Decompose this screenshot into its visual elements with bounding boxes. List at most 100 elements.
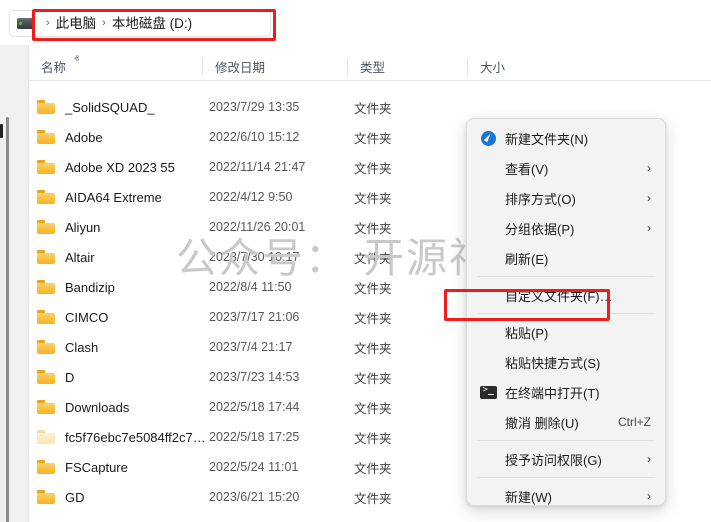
breadcrumb-item-this-pc[interactable]: 此电脑 <box>56 17 97 31</box>
menu-item-label: 分组依据(P) <box>505 221 575 237</box>
file-date-modified: 2023/7/29 13:35 <box>209 100 300 114</box>
file-name: Altair <box>65 249 95 265</box>
file-date-modified: 2023/7/4 21:17 <box>209 340 293 354</box>
file-date-modified: 2022/5/18 17:25 <box>209 430 300 444</box>
menu-item[interactable]: 在终端中打开(T) <box>471 377 661 407</box>
folder-icon <box>37 250 55 264</box>
file-name: Clash <box>65 339 99 355</box>
folder-icon <box>37 280 55 294</box>
folder-icon <box>37 220 55 234</box>
column-divider-2[interactable] <box>347 58 348 75</box>
menu-item-label: 查看(V) <box>505 161 549 177</box>
file-name: Adobe XD 2023 55 <box>65 159 175 175</box>
chevron-right-icon: › <box>647 191 651 205</box>
file-name: FSCapture <box>65 459 128 475</box>
file-date-modified: 2023/7/17 21:06 <box>209 310 300 324</box>
file-type: 文件夹 <box>354 371 392 386</box>
file-type: 文件夹 <box>354 251 392 266</box>
file-type: 文件夹 <box>354 461 392 476</box>
navigation-pane-marker <box>0 124 3 138</box>
menu-item-label: 撤消 删除(U) <box>505 415 579 431</box>
new-folder-icon <box>481 130 496 146</box>
file-name: GD <box>65 489 85 505</box>
folder-icon <box>37 370 55 384</box>
chevron-right-icon: › <box>647 221 651 235</box>
file-type: 文件夹 <box>354 131 392 146</box>
menu-item-label: 新建(W) <box>505 489 552 505</box>
file-name: Aliyun <box>65 219 101 235</box>
file-name: AIDA64 Extreme <box>65 189 162 205</box>
menu-separator <box>477 276 655 277</box>
address-bar[interactable]: › 此电脑 › 本地磁盘 (D:) <box>9 10 271 37</box>
context-menu[interactable]: 新建文件夹(N) 查看(V) › 排序方式(O) › 分组依据(P) › 刷新(E) 自定义文件… <box>466 118 666 506</box>
file-name: Bandizip <box>65 279 115 295</box>
file-name: fc5f76ebc7e5084ff2c7… <box>65 429 206 445</box>
menu-item[interactable]: 新建(W) › <box>471 481 661 505</box>
folder-icon <box>37 130 55 144</box>
menu-item-label: 刷新(E) <box>505 251 549 267</box>
column-header-0[interactable]: 名称 <box>41 53 215 80</box>
breadcrumb-separator-1: › <box>46 17 50 29</box>
menu-item[interactable]: 新建文件夹(N) <box>471 123 661 153</box>
file-name: Downloads <box>65 399 130 415</box>
folder-icon <box>37 100 55 114</box>
folder-icon <box>37 190 55 204</box>
file-name: Adobe <box>65 129 103 145</box>
breadcrumb-item-local-disk-d[interactable]: 本地磁盘 (D:) <box>112 17 192 31</box>
file-date-modified: 2022/11/14 21:47 <box>209 160 306 174</box>
folder-icon <box>37 160 55 174</box>
menu-item[interactable]: 排序方式(O) › <box>471 183 661 213</box>
file-name: _SolidSQUAD_ <box>65 99 155 115</box>
menu-item-label: 排序方式(O) <box>505 191 576 207</box>
column-header-1[interactable]: 修改日期 <box>215 53 360 80</box>
folder-icon <box>37 490 55 504</box>
file-date-modified: 2022/5/18 17:44 <box>209 400 300 414</box>
column-header-3[interactable]: 大小 <box>480 53 560 80</box>
toolbar: › 此电脑 › 本地磁盘 (D:) <box>0 0 711 45</box>
file-type: 文件夹 <box>354 431 392 446</box>
menu-separator <box>477 440 655 441</box>
file-date-modified: 2022/11/26 20:01 <box>209 220 306 234</box>
menu-item[interactable]: 粘贴快捷方式(S) <box>471 347 661 377</box>
file-type: 文件夹 <box>354 341 392 356</box>
file-type: 文件夹 <box>354 401 392 416</box>
file-name: CIMCO <box>65 309 109 325</box>
menu-item-label: 自定义文件夹(F)… <box>505 288 613 304</box>
chevron-right-icon: › <box>647 452 651 466</box>
menu-item[interactable]: 自定义文件夹(F)… <box>471 280 661 310</box>
menu-item-label: 授予访问权限(G) <box>505 452 602 468</box>
menu-separator <box>477 313 655 314</box>
file-type: 文件夹 <box>354 101 392 116</box>
folder-icon <box>37 400 55 414</box>
file-name: D <box>65 369 75 385</box>
chevron-right-icon: › <box>647 489 651 503</box>
file-date-modified: 2023/6/21 15:20 <box>209 490 300 504</box>
menu-item[interactable]: 授予访问权限(G) › <box>471 444 661 474</box>
terminal-icon <box>480 385 497 399</box>
column-divider-3[interactable] <box>467 58 468 75</box>
file-type: 文件夹 <box>354 161 392 176</box>
file-explorer-window: › 此电脑 › 本地磁盘 (D:) ⱏ 名称 修改日期 类型 大小 _SolidSQU… <box>0 0 711 522</box>
file-date-modified: 2022/5/24 11:01 <box>209 460 299 474</box>
file-type: 文件夹 <box>354 191 392 206</box>
file-date-modified: 2023/7/23 14:53 <box>209 370 300 384</box>
menu-item[interactable]: 粘贴(P) <box>471 317 661 347</box>
menu-item-label: 粘贴快捷方式(S) <box>505 355 601 371</box>
file-type: 文件夹 <box>354 281 392 296</box>
menu-item[interactable]: 撤消 删除(U) Ctrl+Z <box>471 407 661 437</box>
menu-item[interactable]: 查看(V) › <box>471 153 661 183</box>
file-type: 文件夹 <box>354 491 392 506</box>
menu-item[interactable]: 刷新(E) <box>471 243 661 273</box>
file-date-modified: 2022/6/10 15:12 <box>209 130 300 144</box>
folder-icon <box>37 430 55 444</box>
menu-item-label: 新建文件夹(N) <box>505 131 589 147</box>
folder-icon <box>37 460 55 474</box>
file-date-modified: 2022/8/4 11:50 <box>209 280 292 294</box>
breadcrumb-separator-2: › <box>102 17 106 29</box>
column-header-2[interactable]: 类型 <box>360 53 480 80</box>
navigation-scrollbar[interactable] <box>0 45 12 522</box>
navigation-scrollbar-thumb[interactable] <box>6 117 9 522</box>
menu-item[interactable]: 分组依据(P) › <box>471 213 661 243</box>
chevron-right-icon: › <box>647 161 651 175</box>
column-divider-1[interactable] <box>202 58 203 75</box>
